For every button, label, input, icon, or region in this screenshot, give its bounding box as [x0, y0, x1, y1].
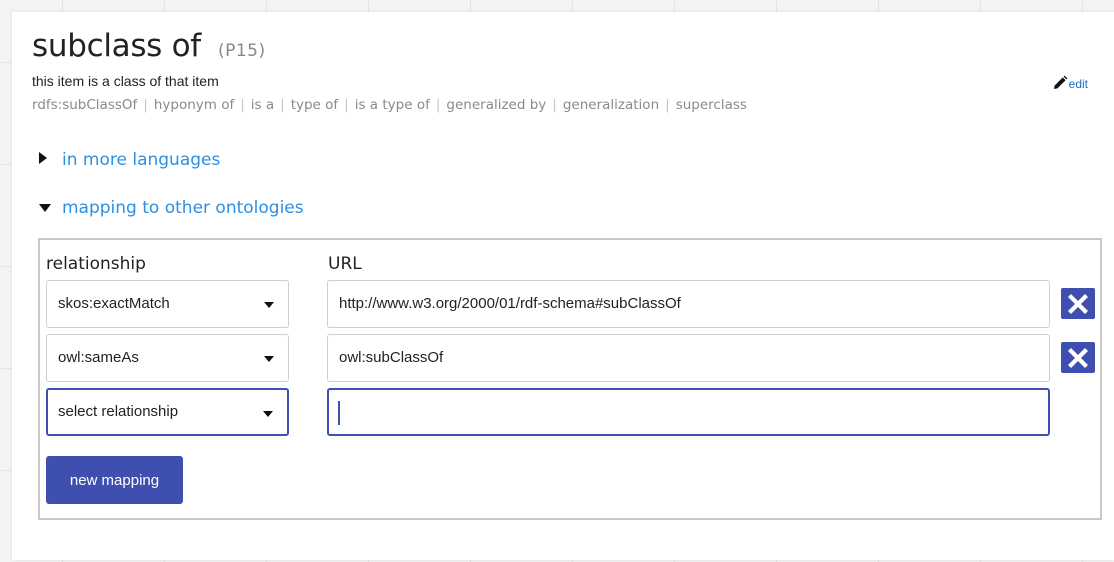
url-input[interactable]: http://www.w3.org/2000/01/rdf-schema#sub… [327, 280, 1050, 328]
alias: superclass [675, 97, 747, 113]
url-input[interactable] [327, 388, 1050, 436]
pencil-icon [1053, 75, 1068, 89]
close-icon [1068, 294, 1088, 314]
alias: hyponym of [153, 97, 235, 113]
alias-separator: | [665, 97, 670, 113]
edit-link[interactable]: edit [1052, 75, 1088, 91]
mapping-toggle[interactable]: mapping to other ontologies [38, 198, 304, 218]
alias: is a type of [354, 97, 430, 113]
url-column-header: URL [328, 254, 362, 274]
languages-toggle[interactable]: in more languages [38, 150, 220, 170]
caret-down-icon [264, 356, 274, 362]
relationship-placeholder: select relationship [58, 403, 179, 420]
title-row: subclass of (P15) [32, 28, 266, 64]
delete-mapping-button[interactable] [1061, 288, 1095, 319]
relationship-select[interactable]: select relationship [46, 388, 289, 436]
text-cursor [338, 401, 340, 425]
page-title: subclass of [32, 28, 201, 64]
relationship-column-header: relationship [46, 254, 146, 274]
property-id: (P15) [217, 41, 266, 61]
triangle-down-icon [38, 198, 54, 218]
alias: generalized by [446, 97, 547, 113]
alias-separator: | [435, 97, 441, 113]
alias-separator: | [344, 97, 349, 113]
relationship-value: skos:exactMatch [58, 295, 170, 312]
new-mapping-button[interactable]: new mapping [46, 456, 183, 504]
caret-down-icon [263, 411, 273, 417]
mapping-toggle-label: mapping to other ontologies [62, 198, 304, 218]
property-description: this item is a class of that item [32, 73, 219, 89]
alias-list: rdfs:subClassOf | hyponym of | is a | type of |… [32, 97, 747, 113]
languages-toggle-label: in more languages [62, 150, 221, 170]
alias: generalization [562, 97, 660, 113]
alias-separator: | [280, 97, 285, 113]
edit-label: edit [1068, 77, 1088, 91]
alias-separator: | [240, 97, 245, 113]
relationship-select[interactable]: owl:sameAs [46, 334, 289, 382]
relationship-select[interactable]: skos:exactMatch [46, 280, 289, 328]
relationship-value: owl:sameAs [58, 349, 139, 366]
close-icon [1068, 348, 1088, 368]
triangle-right-icon [38, 150, 54, 170]
alias-separator: | [552, 97, 557, 113]
alias: rdfs:subClassOf [32, 97, 138, 113]
delete-mapping-button[interactable] [1061, 342, 1095, 373]
alias: is a [250, 97, 275, 113]
mapping-panel: relationship URL skos:exactMatch http://… [38, 238, 1102, 520]
caret-down-icon [264, 302, 274, 308]
url-input[interactable]: owl:subClassOf [327, 334, 1050, 382]
property-card: subclass of (P15) this item is a class o… [12, 12, 1114, 560]
alias: type of [290, 97, 339, 113]
alias-separator: | [143, 97, 148, 113]
